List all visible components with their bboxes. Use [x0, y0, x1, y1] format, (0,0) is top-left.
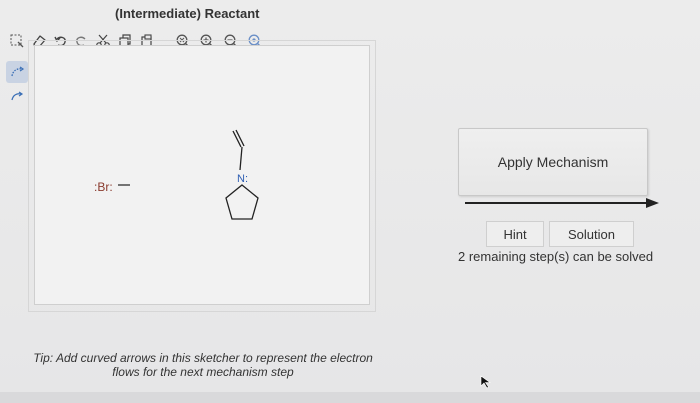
panel-title: (Intermediate) Reactant [115, 6, 260, 21]
tip-line-1: Tip: Add curved arrows in this sketcher … [33, 351, 373, 365]
tip-line-2: flows for the next mechanism step [112, 365, 294, 379]
single-headed-curved-arrow-tool[interactable] [6, 85, 28, 107]
curved-arrow-single-icon [11, 91, 24, 101]
hint-button[interactable]: Hint [486, 221, 544, 247]
vinyl-n-bond [239, 146, 243, 171]
molecule-drawing[interactable]: :Br: N: [34, 45, 370, 305]
curved-arrow-double-icon [11, 66, 25, 77]
tip-text: Tip: Add curved arrows in this sketcher … [18, 351, 388, 379]
pyrrolidine-ring [225, 184, 259, 220]
bromide-atom-label[interactable]: :Br: [94, 180, 113, 194]
apply-mechanism-button[interactable]: Apply Mechanism [458, 128, 648, 196]
remaining-steps-text: 2 remaining step(s) can be solved [458, 249, 654, 264]
mouse-cursor-icon [480, 375, 491, 389]
reaction-arrow [465, 198, 659, 208]
bottom-strip [0, 392, 700, 403]
solution-button[interactable]: Solution [549, 221, 634, 247]
nitrogen-atom-label[interactable]: N: [237, 173, 248, 185]
selection-icon[interactable] [8, 32, 26, 50]
double-headed-curved-arrow-tool[interactable] [6, 61, 28, 83]
